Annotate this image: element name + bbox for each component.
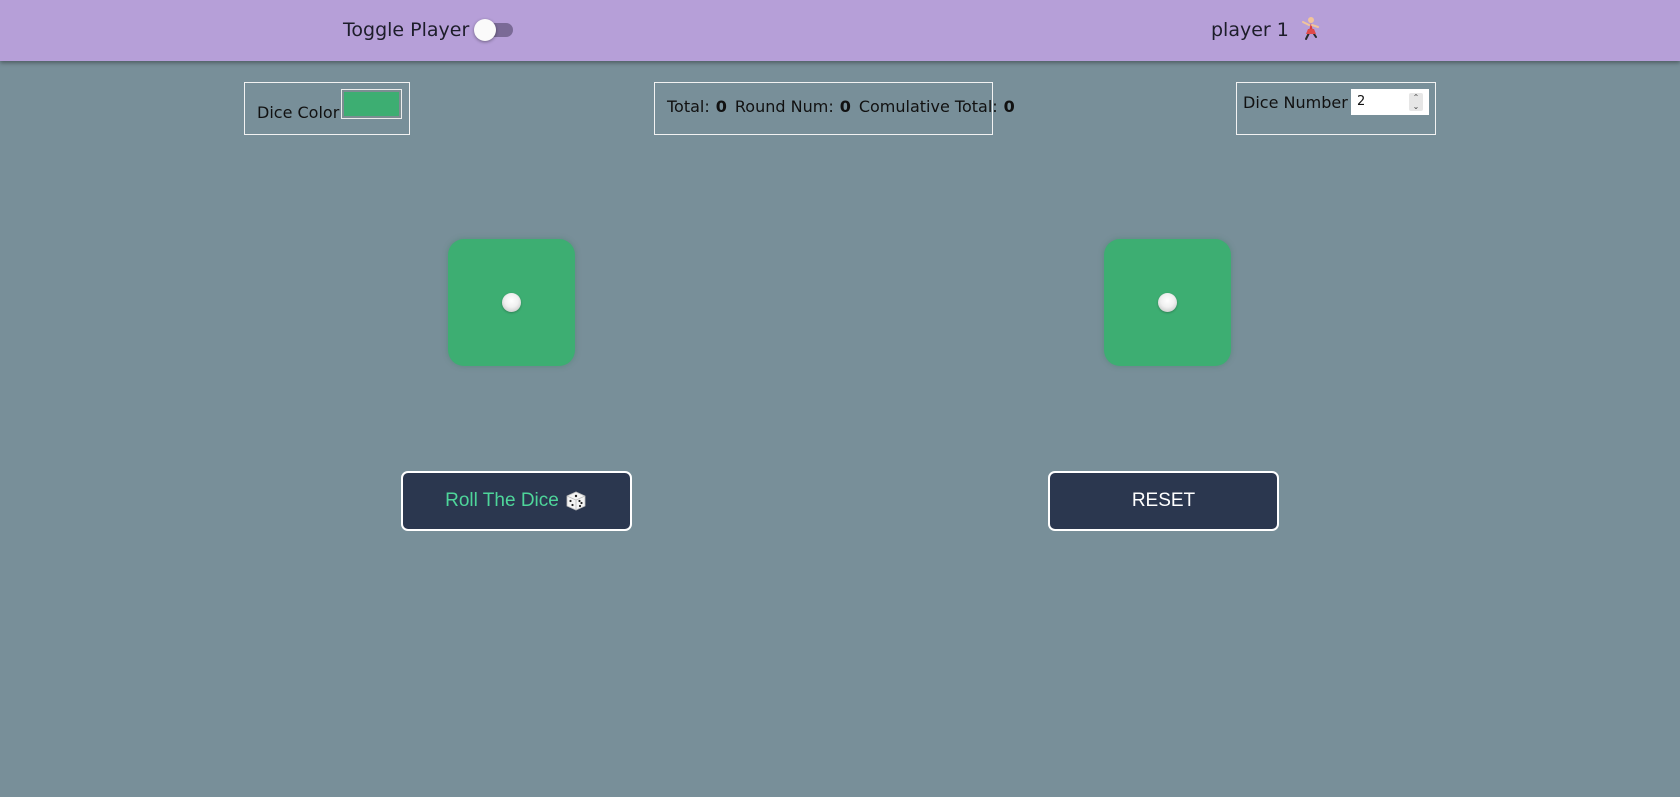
dancer-icon <box>1302 17 1319 40</box>
round-num-value: 0 <box>839 97 851 116</box>
spin-down-icon[interactable]: ⌄ <box>1409 102 1423 111</box>
reset-button[interactable]: RESET <box>1048 471 1279 531</box>
total-value: 0 <box>715 97 727 116</box>
dice-color-panel: Dice Color <box>244 82 410 135</box>
die-1 <box>448 239 575 366</box>
spin-up-icon[interactable]: ⌃ <box>1409 93 1423 102</box>
cumulative-total-value: 0 <box>1003 97 1015 116</box>
roll-dice-label: Roll The Dice <box>445 490 559 511</box>
cumulative-total-label: Comulative Total: <box>858 97 998 116</box>
stats-line: Total: 0 Round Num: 0 Comulative Total: 0 <box>667 97 1023 116</box>
current-player-label: player 1 <box>1211 19 1289 41</box>
die-icon <box>566 491 586 511</box>
dice-color-label: Dice Color <box>257 103 340 122</box>
dice-number-label: Dice Number <box>1243 93 1348 112</box>
roll-dice-button[interactable]: Roll The Dice <box>401 471 632 531</box>
dice-number-value: 2 <box>1357 94 1366 109</box>
dice-color-picker[interactable] <box>341 89 402 119</box>
die-pip <box>1158 293 1177 312</box>
top-bar: Toggle Player player 1 <box>0 0 1680 61</box>
dice-number-input[interactable]: 2 ⌃ ⌄ <box>1351 89 1429 115</box>
switch-knob[interactable] <box>474 19 496 41</box>
total-label: Total: <box>667 97 710 116</box>
stats-panel: Total: 0 Round Num: 0 Comulative Total: 0 <box>654 82 1015 135</box>
die-2 <box>1104 239 1231 366</box>
toggle-player-switch[interactable] <box>474 19 513 41</box>
die-pip <box>502 293 521 312</box>
dice-number-spinner[interactable]: ⌃ ⌄ <box>1409 93 1423 111</box>
round-num-label: Round Num: <box>734 97 834 116</box>
dice-number-panel: Dice Number 2 ⌃ ⌄ <box>1236 82 1436 135</box>
toggle-player-label: Toggle Player <box>343 19 470 41</box>
